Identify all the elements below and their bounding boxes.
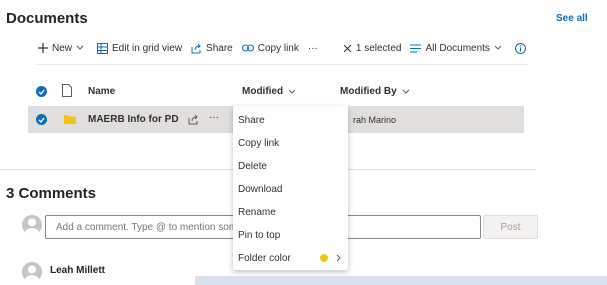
person-icon <box>24 265 40 282</box>
toolbar-divider <box>36 64 528 65</box>
new-button-label: New <box>52 42 73 54</box>
menu-item-pin-to-top[interactable]: Pin to top <box>233 224 348 246</box>
documents-title: Documents <box>6 10 88 27</box>
select-all-checkbox[interactable] <box>36 86 47 97</box>
share-icon[interactable] <box>188 114 199 125</box>
row-checkbox[interactable] <box>36 114 47 125</box>
menu-item-copy-link[interactable]: Copy link <box>233 132 348 154</box>
command-bar: New Edit in grid view Share Copy link ··… <box>38 40 539 56</box>
commenter-name: Leah Millett <box>50 265 106 276</box>
edit-grid-button[interactable]: Edit in grid view <box>97 42 183 54</box>
context-menu: Share Copy link Delete Download Rename P… <box>233 106 348 270</box>
column-header-modified-by-label: Modified By <box>340 86 397 97</box>
menu-item-label: Copy link <box>238 137 280 149</box>
column-header-modified-by[interactable]: Modified By <box>340 86 410 97</box>
person-icon <box>24 218 40 235</box>
menu-item-delete[interactable]: Delete <box>233 155 348 177</box>
row-more-button[interactable]: ··· <box>209 112 219 123</box>
edit-grid-label: Edit in grid view <box>112 42 183 54</box>
menu-item-label: Pin to top <box>238 229 281 241</box>
taskbar-strip <box>195 276 607 285</box>
menu-item-folder-color[interactable]: Folder color <box>233 247 348 269</box>
chevron-down-icon <box>76 45 84 50</box>
selected-count: 1 selected <box>355 42 402 54</box>
chevron-down-icon <box>288 89 296 94</box>
column-header-name[interactable]: Name <box>88 86 115 97</box>
column-header-row: Name Modified Modified By <box>36 83 526 101</box>
folder-icon <box>64 115 76 124</box>
row-name[interactable]: MAERB Info for PD <box>88 114 179 125</box>
plus-icon <box>38 43 48 53</box>
checkmark-icon <box>38 89 45 95</box>
menu-item-label: Share <box>238 114 265 126</box>
share-button[interactable]: Share <box>191 43 233 54</box>
row-modified-by: rah Marino <box>353 115 397 125</box>
info-button[interactable] <box>514 42 530 54</box>
checkmark-icon <box>38 117 45 123</box>
more-actions-label: ··· <box>307 42 318 54</box>
info-icon <box>514 42 526 54</box>
comments-title: 3 Comments <box>6 185 97 202</box>
chevron-down-icon <box>494 45 502 50</box>
clear-selection-button[interactable]: 1 selected <box>343 42 402 54</box>
menu-item-rename[interactable]: Rename <box>233 201 348 223</box>
chevron-down-icon <box>402 89 410 94</box>
share-icon <box>191 43 201 53</box>
column-header-modified[interactable]: Modified <box>242 86 296 97</box>
chevron-right-icon <box>336 254 341 262</box>
copy-link-button[interactable]: Copy link <box>241 42 299 54</box>
menu-item-label: Delete <box>238 160 267 172</box>
post-button[interactable]: Post <box>483 215 538 239</box>
view-label: All Documents <box>425 42 490 54</box>
column-header-modified-label: Modified <box>242 86 284 97</box>
menu-item-label: Folder color <box>238 252 291 264</box>
share-label: Share <box>206 42 233 54</box>
view-list-icon <box>410 44 422 52</box>
file-type-icon <box>62 84 72 97</box>
menu-item-label: Rename <box>238 206 276 218</box>
comment-input[interactable] <box>46 216 246 238</box>
close-icon <box>343 44 352 52</box>
copy-link-label: Copy link <box>257 42 299 54</box>
new-button[interactable]: New <box>38 43 88 54</box>
menu-item-label: Download <box>238 183 283 195</box>
avatar <box>22 262 42 282</box>
see-all-link[interactable]: See all <box>556 13 588 24</box>
grid-icon <box>97 42 109 54</box>
view-selector[interactable]: All Documents <box>410 43 505 54</box>
avatar <box>22 215 42 235</box>
link-icon <box>241 44 254 52</box>
menu-item-download[interactable]: Download <box>233 178 348 200</box>
color-swatch <box>320 254 328 262</box>
menu-item-share[interactable]: Share <box>233 109 348 131</box>
more-actions-button[interactable]: ··· <box>308 43 334 54</box>
